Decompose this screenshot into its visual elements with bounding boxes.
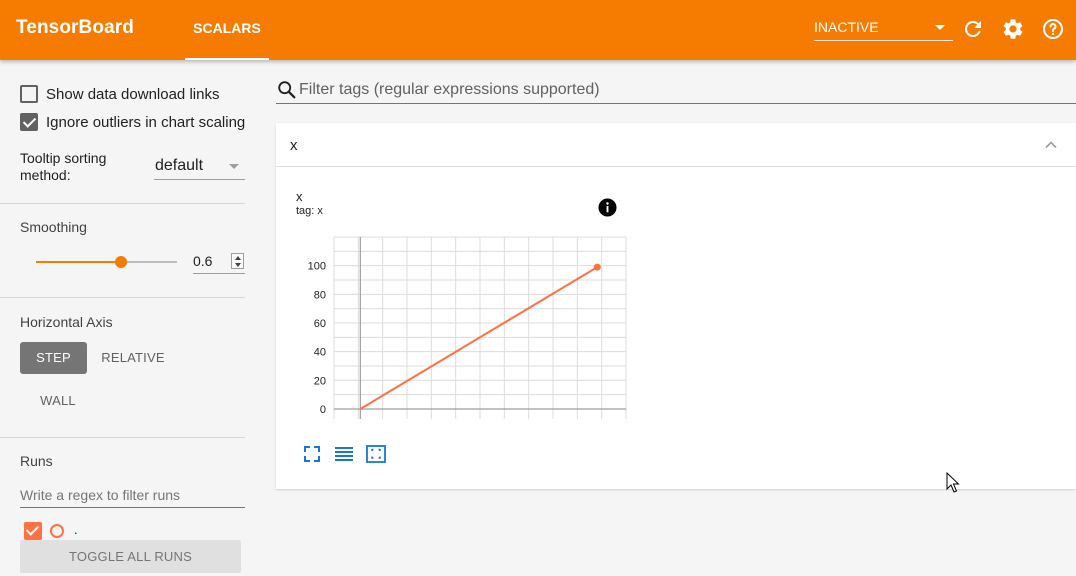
y-tick-label: 20 <box>314 375 326 387</box>
caret-down-icon <box>229 164 239 169</box>
ignore-outliers-label: Ignore outliers in chart scaling <box>46 113 246 131</box>
plot-tag: tag: x <box>296 205 323 217</box>
scalar-chart[interactable]: 0 20 40 60 80 100 <box>296 231 636 431</box>
checkbox-checked-icon <box>20 113 38 131</box>
axis-wall-button[interactable]: WALL <box>28 385 88 417</box>
spinner-icon[interactable] <box>231 253 244 269</box>
show-download-links-label: Show data download links <box>46 85 220 103</box>
runs-filter-input[interactable]: Write a regex to filter runs <box>20 484 245 508</box>
runs-filter-placeholder: Write a regex to filter runs <box>20 487 181 503</box>
show-download-links-checkbox[interactable]: Show data download links <box>20 84 219 104</box>
horizontal-axis-title: Horizontal Axis <box>20 314 113 330</box>
tag-group-title: x <box>290 137 298 154</box>
tab-scalars[interactable]: SCALARS <box>185 0 269 60</box>
smoothing-slider[interactable] <box>36 256 177 268</box>
smoothing-input[interactable]: 0.6 <box>193 250 245 274</box>
help-icon[interactable] <box>1041 17 1065 41</box>
run-name: . <box>74 522 78 537</box>
tag-group-header[interactable]: x <box>276 123 1076 167</box>
y-tick-label: 80 <box>314 289 326 301</box>
search-icon <box>278 81 296 99</box>
tab-scalars-label: SCALARS <box>193 20 261 36</box>
expand-icon[interactable] <box>301 443 323 465</box>
active-tab-indicator <box>185 58 269 60</box>
status-value: INACTIVE <box>814 19 879 35</box>
y-tick-label: 100 <box>308 261 326 273</box>
tag-group-card: x x tag: x 0 20 40 60 80 100 <box>276 123 1076 489</box>
app-title: TensorBoard <box>16 17 134 38</box>
plot-title: x <box>296 189 303 204</box>
checkbox-unchecked-icon <box>20 85 38 103</box>
fit-domain-icon[interactable] <box>365 443 387 465</box>
series-line <box>359 266 598 410</box>
caret-down-icon <box>935 25 945 30</box>
smoothing-title: Smoothing <box>20 219 87 235</box>
log-scale-icon[interactable] <box>333 443 355 465</box>
tooltip-sorting-value: default <box>155 157 204 174</box>
divider <box>0 203 245 204</box>
tag-filter-placeholder: Filter tags (regular expressions support… <box>299 81 600 98</box>
top-app-bar: TensorBoard SCALARS INACTIVE <box>0 0 1076 60</box>
ignore-outliers-checkbox[interactable]: Ignore outliers in chart scaling <box>20 112 245 132</box>
divider <box>0 297 245 298</box>
info-icon[interactable] <box>598 198 617 217</box>
runs-title: Runs <box>20 453 53 469</box>
reload-icon[interactable] <box>961 17 985 41</box>
axis-relative-button[interactable]: RELATIVE <box>95 342 171 374</box>
run-color-swatch[interactable] <box>50 524 64 538</box>
mouse-cursor-icon <box>946 472 960 493</box>
smoothing-value: 0.6 <box>193 253 213 269</box>
tooltip-sorting-label: Tooltip sorting method: <box>20 150 107 183</box>
plugin-status-dropdown[interactable]: INACTIVE <box>814 14 953 41</box>
y-tick-label: 60 <box>314 318 326 330</box>
y-tick-label: 0 <box>320 404 326 416</box>
chevron-up-icon[interactable] <box>1043 137 1059 153</box>
smoothing-slider-knob[interactable] <box>114 256 127 268</box>
axis-step-button[interactable]: STEP <box>20 342 87 374</box>
tag-filter-input[interactable]: Filter tags (regular expressions support… <box>276 76 1076 104</box>
data-point <box>593 263 601 271</box>
divider <box>0 437 245 438</box>
y-tick-label: 40 <box>314 347 326 359</box>
toggle-all-runs-button[interactable]: TOGGLE ALL RUNS <box>20 540 241 573</box>
run-checkbox[interactable] <box>24 522 42 540</box>
smoothing-slider-fill <box>36 261 121 263</box>
settings-icon[interactable] <box>1001 17 1025 41</box>
tooltip-sorting-dropdown[interactable]: default <box>154 156 245 180</box>
sidebar: Show data download links Ignore outliers… <box>0 60 260 576</box>
